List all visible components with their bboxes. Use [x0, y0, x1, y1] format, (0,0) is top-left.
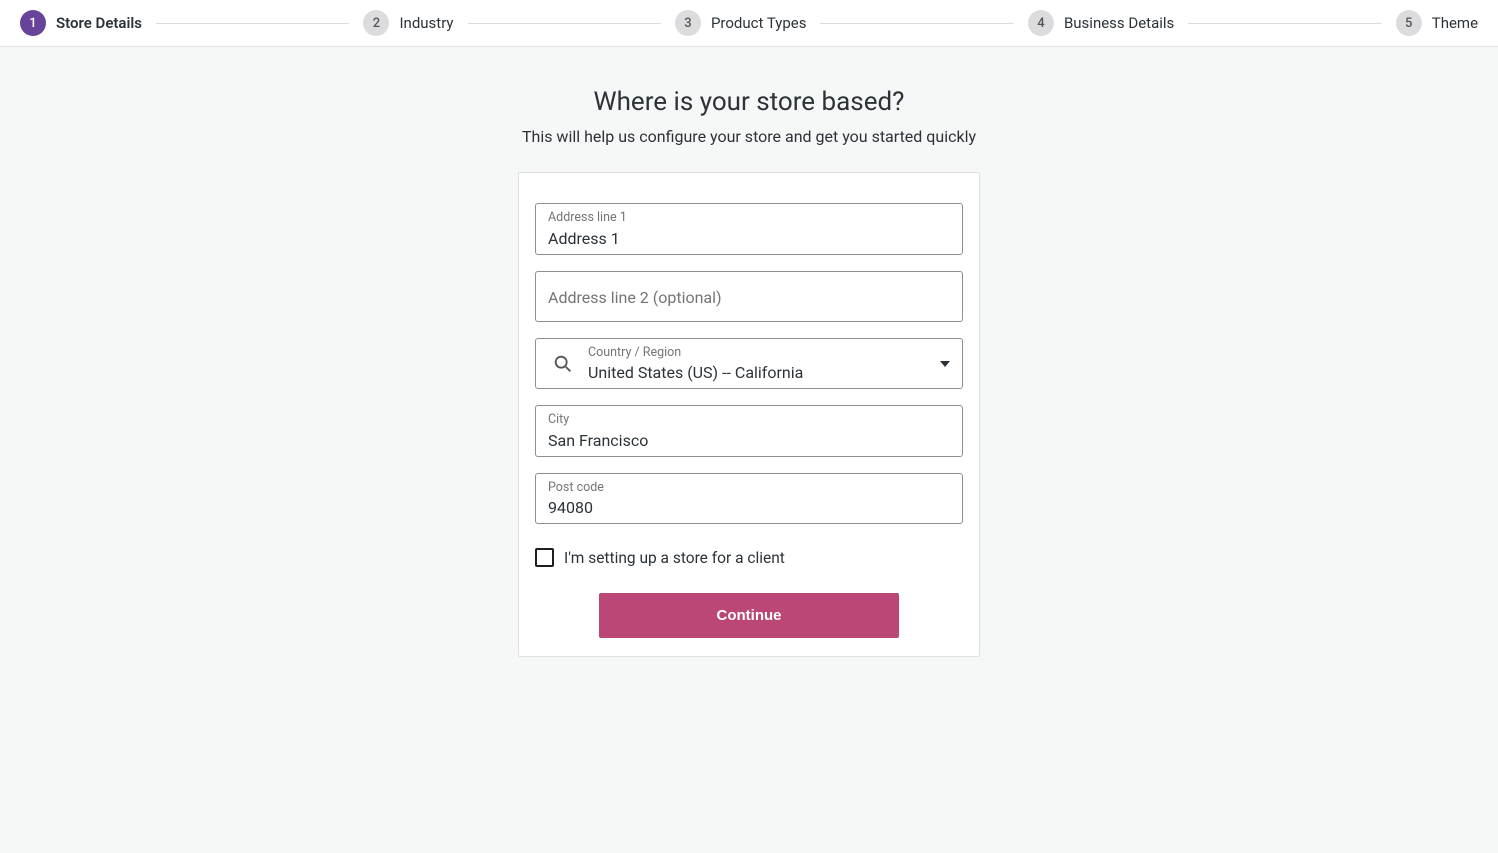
postcode-input[interactable] [548, 498, 950, 517]
continue-button[interactable]: Continue [599, 593, 899, 638]
step-store-details[interactable]: 1 Store Details [20, 10, 142, 36]
step-number: 2 [363, 10, 389, 36]
field-label: Address line 1 [548, 212, 950, 225]
postcode-field[interactable]: Post code [535, 473, 963, 525]
address-line-1-field[interactable]: Address line 1 [535, 203, 963, 255]
country-region-select[interactable]: Country / Region United States (US) -- C… [535, 338, 963, 390]
field-label: Country / Region [588, 347, 926, 360]
field-label: Post code [548, 482, 950, 495]
step-theme[interactable]: 5 Theme [1396, 10, 1478, 36]
step-label: Business Details [1064, 14, 1174, 32]
search-icon [552, 353, 574, 375]
step-label: Industry [399, 14, 453, 32]
step-number: 5 [1396, 10, 1422, 36]
step-number: 3 [675, 10, 701, 36]
step-divider [1188, 23, 1381, 24]
step-business-details[interactable]: 4 Business Details [1028, 10, 1174, 36]
step-number: 4 [1028, 10, 1054, 36]
checkbox-box[interactable] [535, 548, 554, 567]
client-store-checkbox[interactable]: I'm setting up a store for a client [535, 548, 963, 567]
step-label: Product Types [711, 14, 807, 32]
step-number: 1 [20, 10, 46, 36]
step-product-types[interactable]: 3 Product Types [675, 10, 807, 36]
address-form-card: Address line 1 Country / Region United S… [518, 172, 980, 657]
chevron-down-icon [940, 361, 950, 367]
checkbox-label: I'm setting up a store for a client [564, 549, 785, 567]
address-line-2-input[interactable] [548, 280, 950, 315]
page-title: Where is your store based? [594, 87, 905, 117]
step-divider [156, 23, 349, 24]
step-label: Store Details [56, 14, 142, 32]
step-label: Theme [1432, 14, 1478, 32]
page-subtitle: This will help us configure your store a… [522, 127, 976, 146]
address-line-1-input[interactable] [548, 229, 950, 248]
step-divider [468, 23, 661, 24]
address-line-2-field[interactable] [535, 271, 963, 322]
country-value: United States (US) -- California [588, 363, 926, 382]
field-label: City [548, 414, 950, 427]
wizard-stepper: 1 Store Details 2 Industry 3 Product Typ… [0, 0, 1498, 47]
step-industry[interactable]: 2 Industry [363, 10, 453, 36]
main-content: Where is your store based? This will hel… [0, 47, 1498, 697]
city-field[interactable]: City [535, 405, 963, 457]
step-divider [820, 23, 1013, 24]
city-input[interactable] [548, 431, 950, 450]
